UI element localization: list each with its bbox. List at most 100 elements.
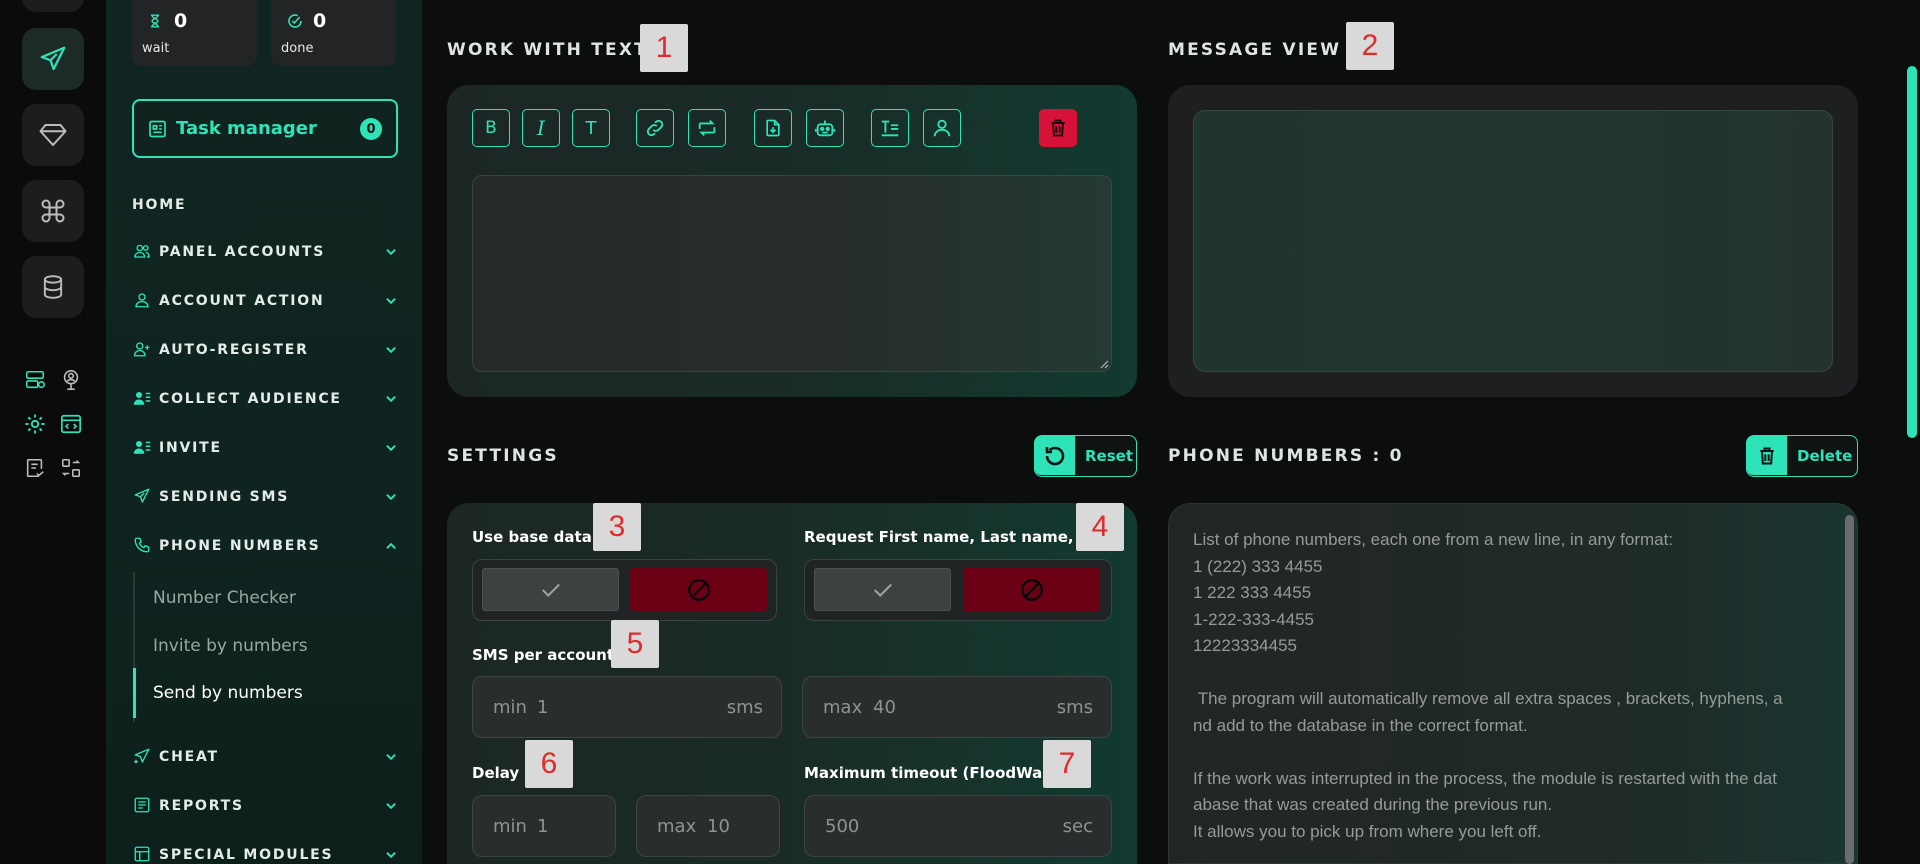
nav-label: PANEL ACCOUNTS (159, 244, 326, 260)
nav-label: SENDING SMS (159, 489, 290, 505)
annotation-badge: 7 (1043, 740, 1091, 788)
annotation-badge: 4 (1076, 503, 1124, 551)
message-preview (1193, 110, 1833, 372)
user-list-icon (133, 441, 151, 454)
server-settings-button[interactable] (22, 367, 48, 393)
settings-button[interactable] (22, 411, 48, 437)
chevron-down-icon (386, 347, 396, 354)
nav-reports[interactable]: REPORTS (132, 791, 398, 821)
delete-icon-wrap (1747, 436, 1787, 475)
message-view-panel (1168, 85, 1858, 397)
checklist-button[interactable] (22, 455, 48, 481)
annotation-badge: 2 (1346, 22, 1394, 70)
command-rail-button[interactable] (22, 180, 84, 242)
rail-top-button[interactable] (22, 0, 84, 12)
subnav-send-by-numbers[interactable]: Send by numbers (153, 683, 303, 703)
hourglass-icon (150, 14, 160, 28)
reset-icon-wrap (1035, 436, 1075, 475)
command-icon (41, 199, 65, 223)
repost-button[interactable] (688, 109, 726, 147)
subnav-number-checker[interactable]: Number Checker (153, 588, 296, 608)
user-list-icon (133, 392, 151, 405)
settings-panel: Use base data 3 Request First name, Last… (447, 503, 1137, 864)
submenu-active-indicator (133, 668, 136, 718)
delay-min-input[interactable]: min 1 (472, 795, 616, 857)
server-icon (25, 370, 45, 389)
chevron-up-icon (386, 542, 396, 549)
task-manager-label: Task manager (176, 118, 317, 139)
profile-location-button[interactable] (58, 367, 84, 393)
delete-label: Delete (1797, 447, 1853, 465)
task-manager-button[interactable]: Task manager 0 (132, 99, 398, 158)
users-icon (134, 244, 150, 258)
message-view-title: MESSAGE VIEW (1168, 40, 1342, 60)
annotation-badge: 3 (593, 503, 641, 551)
robot-icon (814, 120, 836, 137)
nav-collect-audience[interactable]: COLLECT AUDIENCE (132, 384, 398, 414)
use-base-data-no[interactable] (630, 568, 767, 611)
chevron-down-icon (386, 396, 396, 403)
bot-button[interactable] (806, 109, 844, 147)
resize-handle-icon[interactable] (1099, 359, 1109, 369)
link-button[interactable] (636, 109, 674, 147)
annotation-badge: 5 (611, 620, 659, 668)
sms-max-suffix: sms (1056, 697, 1093, 718)
bold-label: B (485, 118, 497, 138)
user-icon (933, 119, 951, 137)
chevron-down-icon (386, 298, 396, 305)
nav-home[interactable]: HOME (132, 190, 398, 220)
sms-max-value: 40 (873, 697, 896, 718)
nav-cheat[interactable]: CHEAT (132, 742, 398, 772)
message-text-input[interactable] (472, 175, 1112, 372)
delete-numbers-button[interactable]: Delete (1746, 435, 1858, 477)
timeout-input[interactable]: 500 sec (804, 795, 1112, 857)
nav-special-modules[interactable]: SPECIAL MODULES (132, 840, 398, 864)
bold-button[interactable]: B (472, 109, 510, 147)
sidebar: 0 wait 0 done Task manager 0 HOME PANEL … (106, 0, 422, 864)
nav-account-action[interactable]: ACCOUNT ACTION (132, 286, 398, 316)
nav-phone-numbers[interactable]: PHONE NUMBERS (132, 531, 398, 561)
page-scrollbar[interactable] (1907, 66, 1917, 438)
nav-label: INVITE (159, 440, 222, 456)
user-variable-button[interactable] (923, 109, 961, 147)
italic-button[interactable]: I (522, 109, 560, 147)
nav-sending-sms[interactable]: SENDING SMS (132, 482, 398, 512)
task-manager-count: 0 (360, 118, 382, 140)
exchange-button[interactable] (58, 455, 84, 481)
annotation-badge: 6 (525, 740, 573, 788)
timeout-suffix: sec (1062, 816, 1093, 837)
text-button[interactable]: T (572, 109, 610, 147)
nav-label: SPECIAL MODULES (159, 847, 334, 863)
database-icon (43, 275, 63, 299)
request-name-no[interactable] (963, 568, 1100, 611)
send-rail-button[interactable] (22, 28, 84, 90)
database-rail-button[interactable] (22, 256, 84, 318)
paper-plane-plus-icon (134, 748, 150, 764)
text-format-button[interactable] (871, 109, 909, 147)
delay-max-input[interactable]: max 10 (636, 795, 780, 857)
italic-label: I (537, 116, 545, 140)
phone-numbers-scrollbar[interactable] (1845, 515, 1854, 864)
user-plus-icon (133, 342, 150, 357)
reset-button[interactable]: Reset (1034, 435, 1137, 477)
nav-invite[interactable]: INVITE (132, 433, 398, 463)
check-circle-icon (288, 14, 302, 28)
paper-plane-icon (134, 488, 150, 503)
nav-auto-register[interactable]: AUTO-REGISTER (132, 335, 398, 365)
settings-title: SETTINGS (447, 446, 559, 466)
sms-max-input[interactable]: max 40 sms (802, 676, 1112, 738)
code-window-button[interactable] (58, 411, 84, 437)
request-name-yes[interactable] (814, 568, 951, 611)
diamond-icon (39, 124, 67, 146)
use-base-data-yes[interactable] (482, 568, 619, 611)
subnav-invite-by-numbers[interactable]: Invite by numbers (153, 636, 308, 656)
nav-panel-accounts[interactable]: PANEL ACCOUNTS (132, 237, 398, 267)
clear-text-button[interactable] (1039, 109, 1077, 147)
sms-max-prefix: max (823, 697, 863, 718)
user-pin-icon (63, 370, 79, 390)
trash-icon (1760, 447, 1774, 464)
insert-file-button[interactable] (754, 109, 792, 147)
sms-min-input[interactable]: min 1 sms (472, 676, 782, 738)
use-base-data-label: Use base data (472, 528, 592, 546)
diamond-rail-button[interactable] (22, 104, 84, 166)
